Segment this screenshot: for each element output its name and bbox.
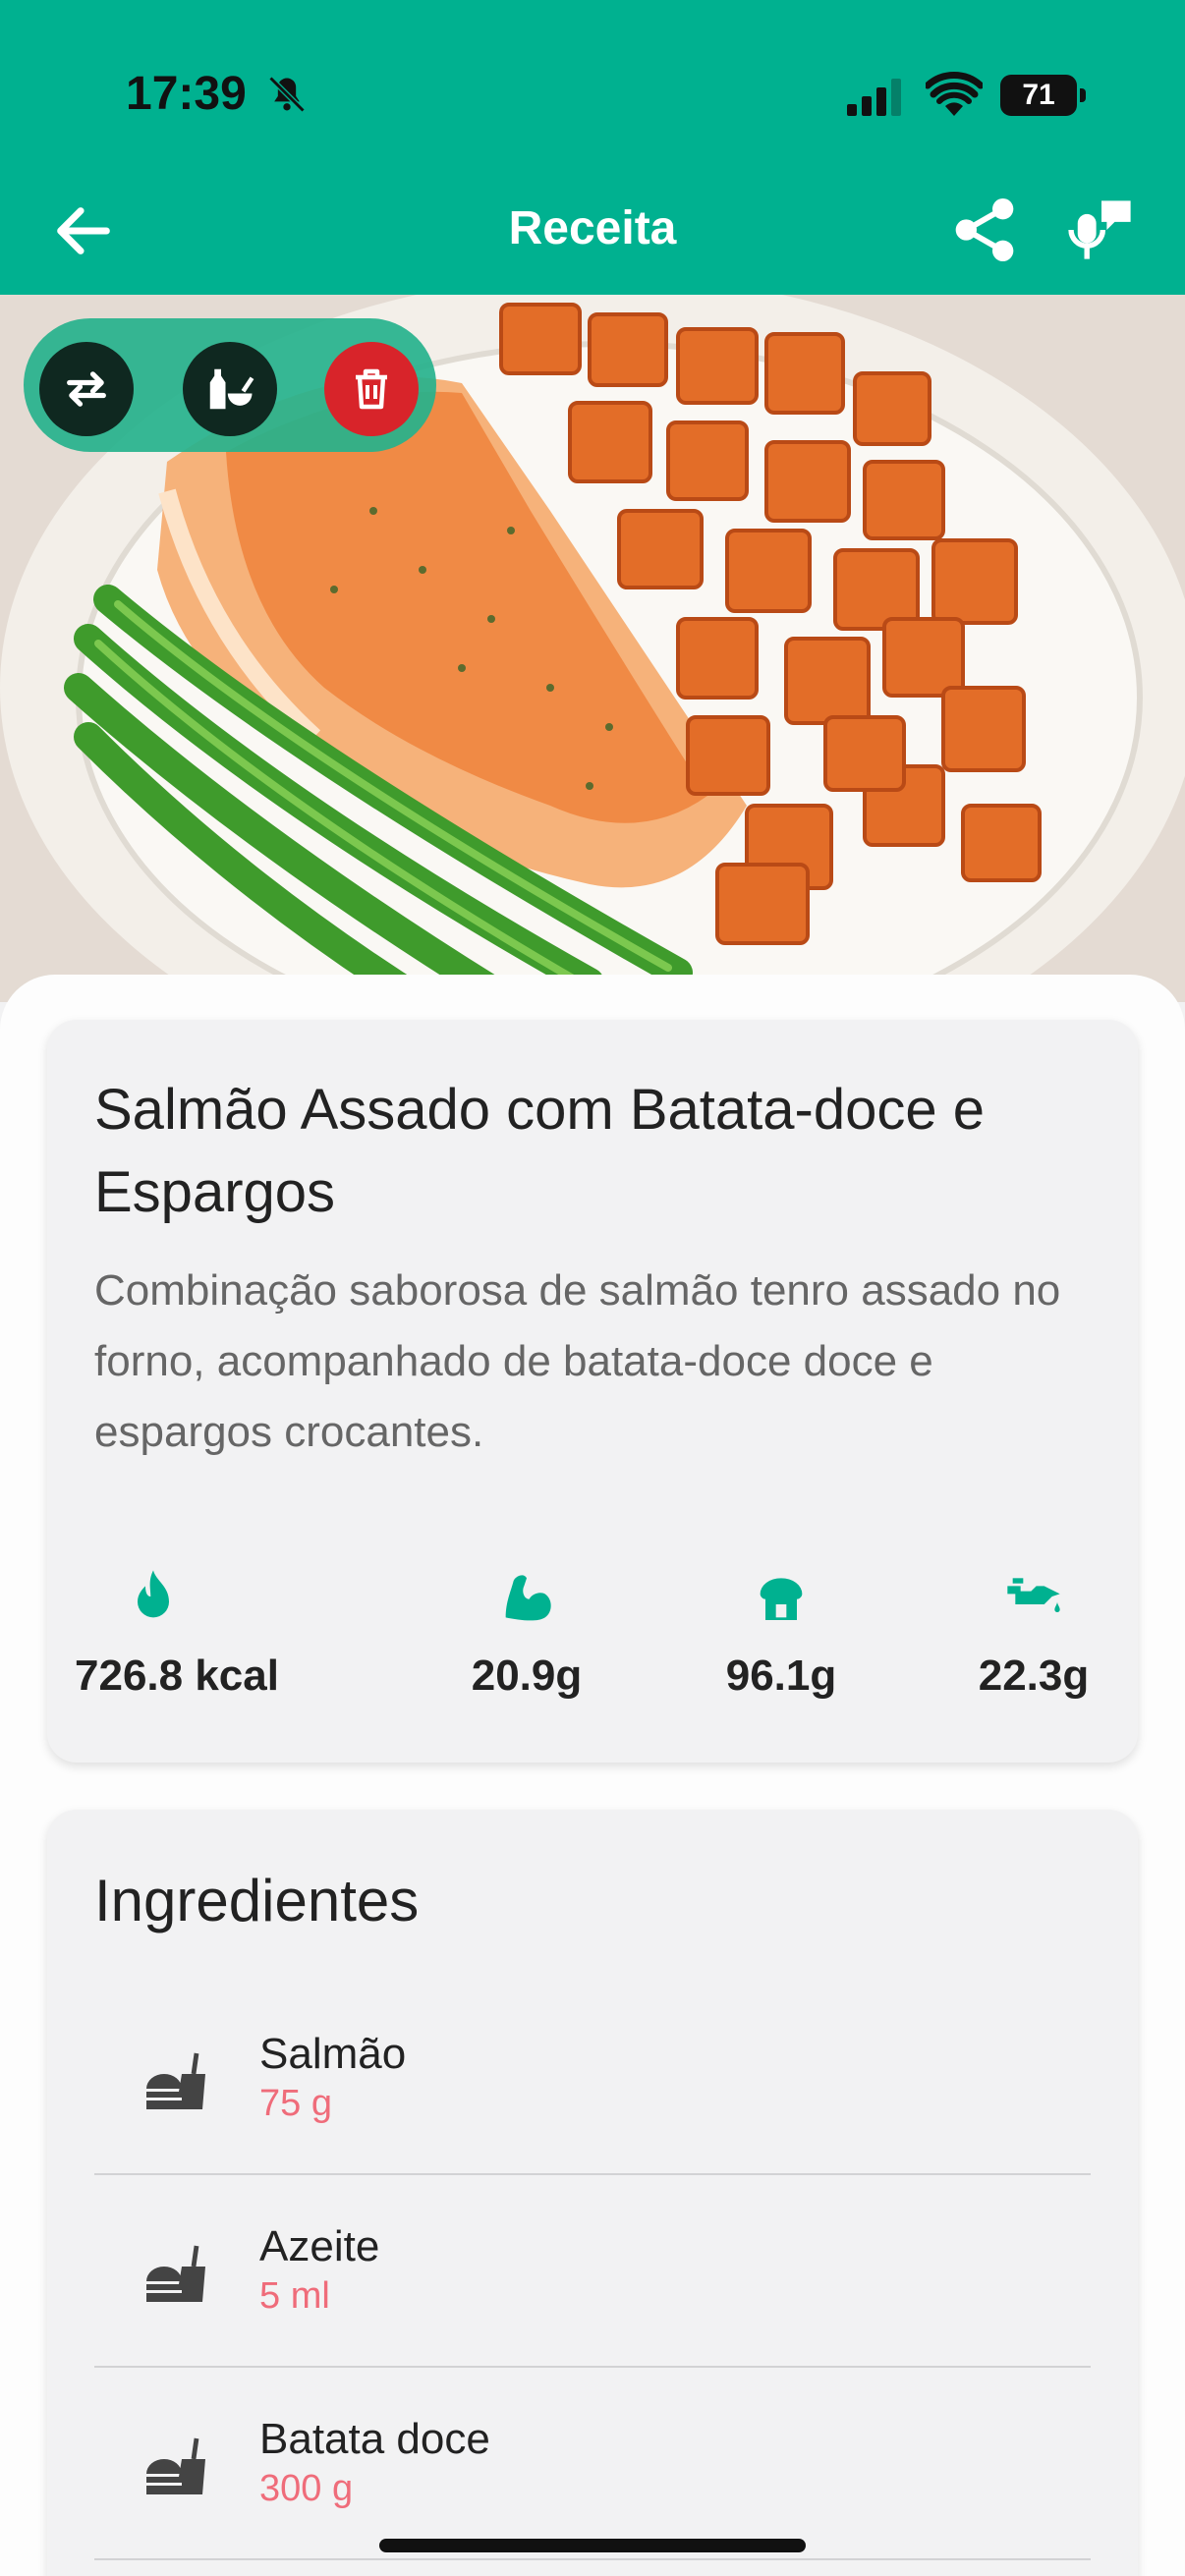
- ingredient-row[interactable]: Batata doce 300 g: [94, 2368, 1091, 2560]
- home-indicator[interactable]: [379, 2539, 806, 2552]
- macro-value: 726.8 kcal: [75, 1652, 279, 1700]
- food-icon: [146, 2437, 205, 2494]
- macro-value: 22.3g: [978, 1652, 1090, 1700]
- recipe-summary-card: Salmão Assado com Batata-doce e Espargos…: [47, 1020, 1138, 1763]
- bottle-mortar-icon: [209, 368, 254, 410]
- ingredients-tools-button[interactable]: [183, 342, 277, 436]
- macro-carbs: 96.1g: [693, 1565, 870, 1701]
- battery-indicator: 71: [1000, 75, 1086, 116]
- recipe-title: Salmão Assado com Batata-doce e Espargos: [94, 1078, 985, 1224]
- recipe-description: Combinação saborosa de salmão tenro assa…: [94, 1266, 1061, 1456]
- delete-button[interactable]: [324, 342, 419, 436]
- ingredient-name: Salmão: [259, 2030, 407, 2078]
- recipe-screen: 17:39 71 Receita Salmão Assado com Batat…: [0, 0, 1185, 2576]
- swap-arrows-icon: [67, 371, 106, 407]
- voice-chat-icon[interactable]: [1067, 195, 1136, 265]
- ingredient-quantity: 300 g: [259, 2468, 354, 2509]
- ingredient-row[interactable]: Salmão 75 g: [94, 1983, 1091, 2175]
- macro-calories: 726.8 kcal: [75, 1565, 279, 1701]
- macro-value: 96.1g: [725, 1652, 837, 1700]
- ingredients-heading: Ingredientes: [94, 1868, 420, 1933]
- macro-fat: 22.3g: [945, 1565, 1122, 1701]
- ingredient-quantity: 75 g: [259, 2083, 332, 2124]
- macro-value: 20.9g: [471, 1652, 583, 1700]
- wifi-icon: [926, 72, 983, 116]
- trash-icon: [356, 368, 387, 410]
- oil-can-icon: [1007, 1578, 1060, 1612]
- muscle-icon: [505, 1575, 551, 1621]
- swap-button[interactable]: [39, 342, 134, 436]
- status-time: 17:39: [126, 68, 247, 120]
- bell-muted-icon: [268, 76, 306, 113]
- share-icon[interactable]: [953, 195, 1016, 265]
- recipe-actions: [24, 318, 436, 452]
- food-icon: [146, 2052, 205, 2109]
- ingredients-card: Ingredientes Salmão 75 g Azeite 5 ml Bat…: [47, 1810, 1138, 2576]
- ingredient-quantity: 5 ml: [259, 2275, 330, 2317]
- ingredient-name: Azeite: [259, 2222, 380, 2270]
- flame-icon: [138, 1570, 169, 1618]
- app-bar: 17:39 71 Receita: [0, 0, 1185, 295]
- ingredient-name: Batata doce: [259, 2415, 490, 2463]
- divider: [94, 2558, 1091, 2560]
- food-icon: [146, 2245, 205, 2302]
- cellular-signal-icon: [847, 79, 901, 116]
- bread-icon: [760, 1578, 803, 1620]
- macro-protein: 20.9g: [438, 1565, 615, 1701]
- ingredient-row[interactable]: Azeite 5 ml: [94, 2175, 1091, 2368]
